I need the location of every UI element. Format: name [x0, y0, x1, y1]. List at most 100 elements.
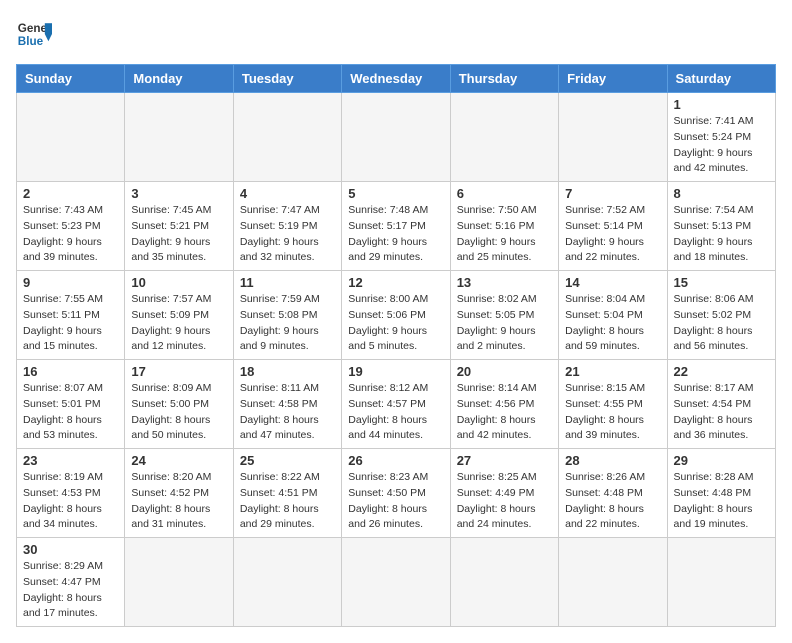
sun-info: Sunrise: 7:50 AM Sunset: 5:16 PM Dayligh… — [457, 203, 552, 266]
calendar-table: SundayMondayTuesdayWednesdayThursdayFrid… — [16, 64, 776, 627]
weekday-header-monday: Monday — [125, 65, 233, 93]
calendar-week-5: 30 Sunrise: 8:29 AM Sunset: 4:47 PM Dayli… — [17, 538, 776, 627]
day-number: 5 — [348, 186, 443, 201]
calendar-cell — [667, 538, 775, 627]
sun-info: Sunrise: 8:04 AM Sunset: 5:04 PM Dayligh… — [565, 292, 660, 355]
day-number: 23 — [23, 453, 118, 468]
day-number: 12 — [348, 275, 443, 290]
calendar-cell: 13Sunrise: 8:02 AM Sunset: 5:05 PM Dayli… — [450, 271, 558, 360]
sun-info: Sunrise: 8:15 AM Sunset: 4:55 PM Dayligh… — [565, 381, 660, 444]
calendar-cell: 4Sunrise: 7:47 AM Sunset: 5:19 PM Daylig… — [233, 182, 341, 271]
sun-info: Sunrise: 8:23 AM Sunset: 4:50 PM Dayligh… — [348, 470, 443, 533]
day-number: 3 — [131, 186, 226, 201]
calendar-cell: 10 Sunrise: 7:57 AM Sunset: 5:09 PM Dayli… — [125, 271, 233, 360]
weekday-header-sunday: Sunday — [17, 65, 125, 93]
calendar-cell: 14Sunrise: 8:04 AM Sunset: 5:04 PM Dayli… — [559, 271, 667, 360]
calendar-cell: 21Sunrise: 8:15 AM Sunset: 4:55 PM Dayli… — [559, 360, 667, 449]
calendar-cell: 27Sunrise: 8:25 AM Sunset: 4:49 PM Dayli… — [450, 449, 558, 538]
day-number: 20 — [457, 364, 552, 379]
day-number: 11 — [240, 275, 335, 290]
calendar-cell: 2 Sunrise: 7:43 AM Sunset: 5:23 PM Daylig… — [17, 182, 125, 271]
sun-info: Sunrise: 8:00 AM Sunset: 5:06 PM Dayligh… — [348, 292, 443, 355]
calendar-cell — [342, 538, 450, 627]
sun-info: Sunrise: 8:07 AM Sunset: 5:01 PM Dayligh… — [23, 381, 118, 444]
calendar-cell — [450, 93, 558, 182]
calendar-week-0: 1 Sunrise: 7:41 AM Sunset: 5:24 PM Daylig… — [17, 93, 776, 182]
sun-info: Sunrise: 7:55 AM Sunset: 5:11 PM Dayligh… — [23, 292, 118, 355]
day-number: 24 — [131, 453, 226, 468]
weekday-header-friday: Friday — [559, 65, 667, 93]
calendar-cell: 8 Sunrise: 7:54 AM Sunset: 5:13 PM Daylig… — [667, 182, 775, 271]
day-number: 7 — [565, 186, 660, 201]
sun-info: Sunrise: 8:28 AM Sunset: 4:48 PM Dayligh… — [674, 470, 769, 533]
weekday-header-tuesday: Tuesday — [233, 65, 341, 93]
day-number: 25 — [240, 453, 335, 468]
calendar-week-1: 2 Sunrise: 7:43 AM Sunset: 5:23 PM Daylig… — [17, 182, 776, 271]
sun-info: Sunrise: 8:09 AM Sunset: 5:00 PM Dayligh… — [131, 381, 226, 444]
calendar-cell — [233, 93, 341, 182]
day-number: 1 — [674, 97, 769, 112]
calendar-cell: 1 Sunrise: 7:41 AM Sunset: 5:24 PM Daylig… — [667, 93, 775, 182]
calendar-cell: 11 Sunrise: 7:59 AM Sunset: 5:08 PM Dayli… — [233, 271, 341, 360]
calendar-cell: 16 Sunrise: 8:07 AM Sunset: 5:01 PM Dayli… — [17, 360, 125, 449]
logo: General Blue — [16, 16, 52, 52]
calendar-cell — [17, 93, 125, 182]
calendar-cell: 17Sunrise: 8:09 AM Sunset: 5:00 PM Dayli… — [125, 360, 233, 449]
calendar-cell: 24 Sunrise: 8:20 AM Sunset: 4:52 PM Dayli… — [125, 449, 233, 538]
day-number: 8 — [674, 186, 769, 201]
day-number: 28 — [565, 453, 660, 468]
sun-info: Sunrise: 7:59 AM Sunset: 5:08 PM Dayligh… — [240, 292, 335, 355]
calendar-cell: 20 Sunrise: 8:14 AM Sunset: 4:56 PM Dayli… — [450, 360, 558, 449]
day-number: 18 — [240, 364, 335, 379]
day-number: 22 — [674, 364, 769, 379]
calendar-cell: 23Sunrise: 8:19 AM Sunset: 4:53 PM Dayli… — [17, 449, 125, 538]
calendar-cell — [450, 538, 558, 627]
calendar-cell — [233, 538, 341, 627]
sun-info: Sunrise: 7:48 AM Sunset: 5:17 PM Dayligh… — [348, 203, 443, 266]
sun-info: Sunrise: 8:12 AM Sunset: 4:57 PM Dayligh… — [348, 381, 443, 444]
calendar-cell: 3 Sunrise: 7:45 AM Sunset: 5:21 PM Daylig… — [125, 182, 233, 271]
svg-text:Blue: Blue — [18, 35, 44, 48]
day-number: 15 — [674, 275, 769, 290]
calendar-cell: 12 Sunrise: 8:00 AM Sunset: 5:06 PM Dayli… — [342, 271, 450, 360]
calendar-cell: 5 Sunrise: 7:48 AM Sunset: 5:17 PM Daylig… — [342, 182, 450, 271]
calendar-cell — [559, 93, 667, 182]
sun-info: Sunrise: 8:06 AM Sunset: 5:02 PM Dayligh… — [674, 292, 769, 355]
sun-info: Sunrise: 8:29 AM Sunset: 4:47 PM Dayligh… — [23, 559, 118, 622]
calendar-cell: 18 Sunrise: 8:11 AM Sunset: 4:58 PM Dayli… — [233, 360, 341, 449]
sun-info: Sunrise: 7:52 AM Sunset: 5:14 PM Dayligh… — [565, 203, 660, 266]
calendar-cell: 19 Sunrise: 8:12 AM Sunset: 4:57 PM Dayli… — [342, 360, 450, 449]
day-number: 30 — [23, 542, 118, 557]
day-number: 6 — [457, 186, 552, 201]
sun-info: Sunrise: 8:20 AM Sunset: 4:52 PM Dayligh… — [131, 470, 226, 533]
calendar-cell: 25Sunrise: 8:22 AM Sunset: 4:51 PM Dayli… — [233, 449, 341, 538]
day-number: 19 — [348, 364, 443, 379]
day-number: 27 — [457, 453, 552, 468]
day-number: 9 — [23, 275, 118, 290]
calendar-cell — [125, 93, 233, 182]
sun-info: Sunrise: 7:43 AM Sunset: 5:23 PM Dayligh… — [23, 203, 118, 266]
day-number: 2 — [23, 186, 118, 201]
sun-info: Sunrise: 7:45 AM Sunset: 5:21 PM Dayligh… — [131, 203, 226, 266]
sun-info: Sunrise: 8:26 AM Sunset: 4:48 PM Dayligh… — [565, 470, 660, 533]
sun-info: Sunrise: 7:57 AM Sunset: 5:09 PM Dayligh… — [131, 292, 226, 355]
calendar-cell: 28 Sunrise: 8:26 AM Sunset: 4:48 PM Dayli… — [559, 449, 667, 538]
page-header: General Blue — [16, 16, 776, 52]
sun-info: Sunrise: 7:54 AM Sunset: 5:13 PM Dayligh… — [674, 203, 769, 266]
calendar-cell: 22 Sunrise: 8:17 AM Sunset: 4:54 PM Dayli… — [667, 360, 775, 449]
calendar-cell — [342, 93, 450, 182]
day-number: 29 — [674, 453, 769, 468]
calendar-week-4: 23Sunrise: 8:19 AM Sunset: 4:53 PM Dayli… — [17, 449, 776, 538]
weekday-header-row: SundayMondayTuesdayWednesdayThursdayFrid… — [17, 65, 776, 93]
sun-info: Sunrise: 8:11 AM Sunset: 4:58 PM Dayligh… — [240, 381, 335, 444]
day-number: 10 — [131, 275, 226, 290]
calendar-cell: 30 Sunrise: 8:29 AM Sunset: 4:47 PM Dayli… — [17, 538, 125, 627]
sun-info: Sunrise: 8:17 AM Sunset: 4:54 PM Dayligh… — [674, 381, 769, 444]
sun-info: Sunrise: 7:41 AM Sunset: 5:24 PM Dayligh… — [674, 114, 769, 177]
sun-info: Sunrise: 8:14 AM Sunset: 4:56 PM Dayligh… — [457, 381, 552, 444]
day-number: 26 — [348, 453, 443, 468]
calendar-cell: 26 Sunrise: 8:23 AM Sunset: 4:50 PM Dayli… — [342, 449, 450, 538]
day-number: 13 — [457, 275, 552, 290]
weekday-header-wednesday: Wednesday — [342, 65, 450, 93]
day-number: 16 — [23, 364, 118, 379]
